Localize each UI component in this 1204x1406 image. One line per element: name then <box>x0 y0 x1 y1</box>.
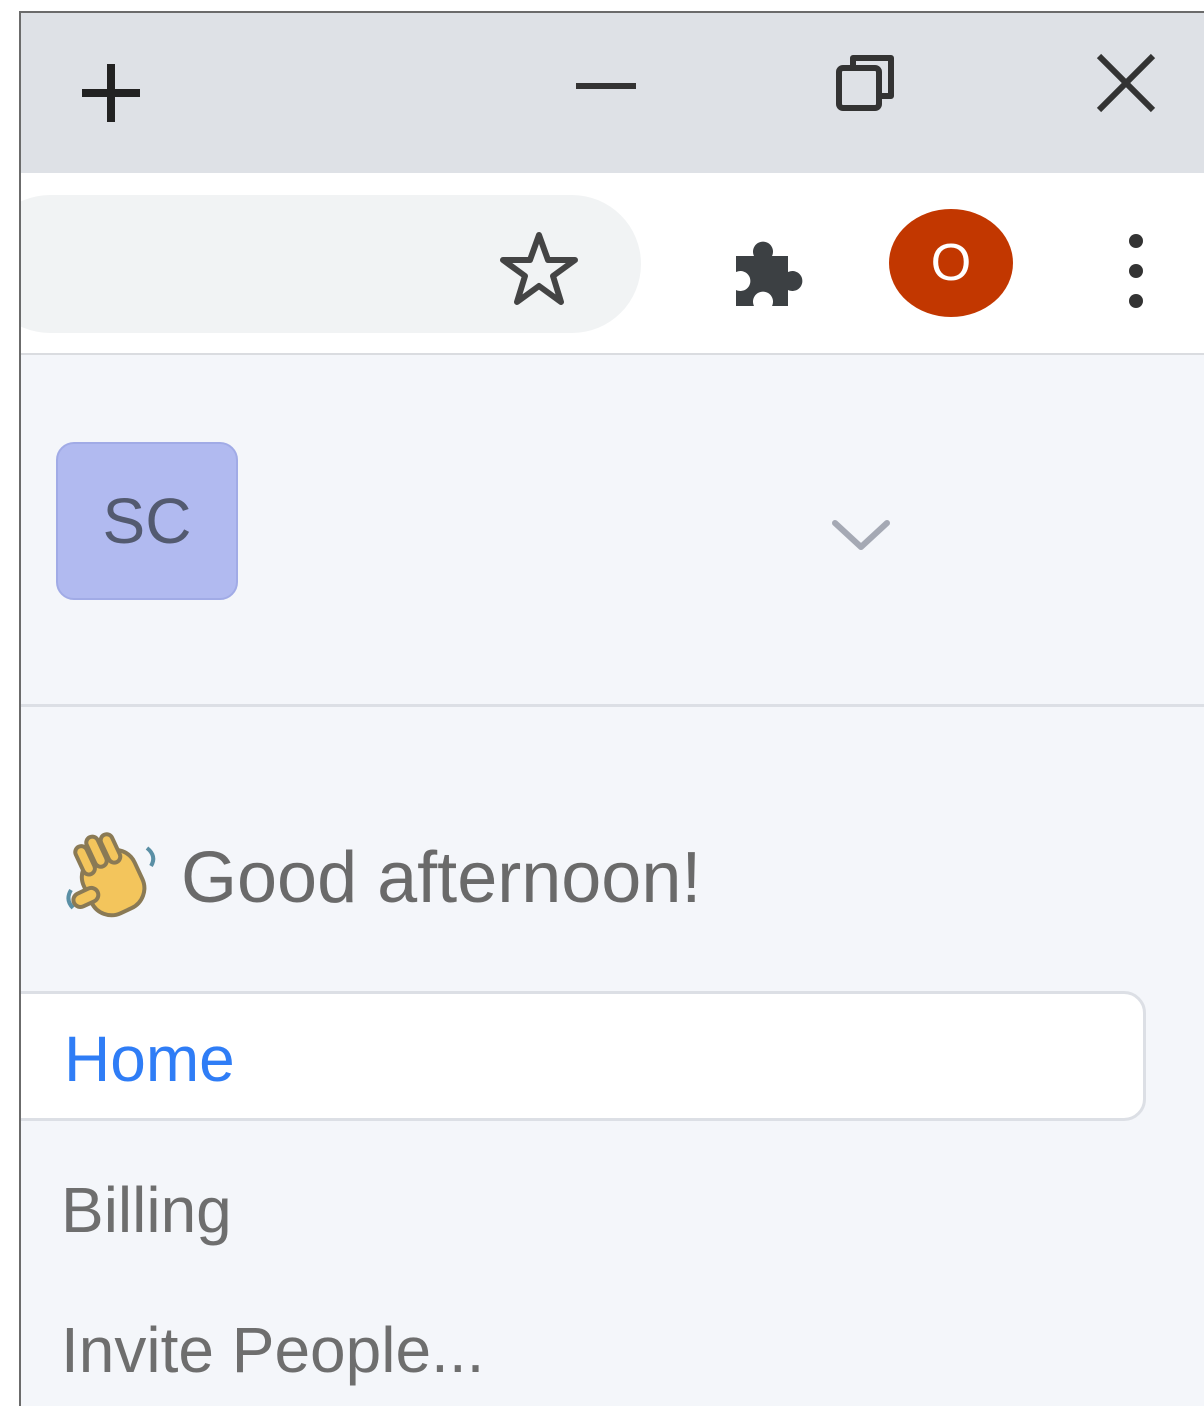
bookmark-button[interactable] <box>491 221 587 317</box>
browser-window: O SC Good afternoon! Home Billing Invite… <box>19 11 1204 1406</box>
close-window-button[interactable] <box>1081 38 1171 128</box>
extensions-button[interactable] <box>721 221 821 321</box>
restore-icon <box>836 55 894 111</box>
waving-hand-icon <box>66 832 156 918</box>
nav-item-invite-people-label: Invite People... <box>61 1314 485 1386</box>
nav-item-billing-label: Billing <box>61 1174 232 1246</box>
avatar-initials: SC <box>102 485 192 557</box>
restore-button[interactable] <box>821 38 911 128</box>
close-icon <box>1096 53 1156 113</box>
workspace-dropdown-button[interactable] <box>821 505 901 565</box>
greeting: Good afternoon! <box>61 828 701 928</box>
browser-toolbar: O <box>21 173 1204 355</box>
workspace-header: SC <box>21 355 1204 707</box>
star-icon <box>500 232 578 305</box>
nav-item-home-label: Home <box>64 1023 235 1095</box>
new-tab-button[interactable] <box>71 53 151 133</box>
profile-initial: O <box>930 234 972 292</box>
minimize-button[interactable] <box>561 38 651 128</box>
greeting-text: Good afternoon! <box>181 838 702 918</box>
browser-menu-button[interactable] <box>1101 221 1171 321</box>
title-bar <box>21 13 1204 173</box>
nav-item-invite-people[interactable]: Invite People... <box>61 1313 484 1387</box>
workspace-avatar[interactable]: SC <box>56 442 238 600</box>
plus-icon <box>82 64 140 122</box>
profile-button[interactable]: O <box>889 209 1013 317</box>
minimize-icon <box>576 83 636 89</box>
chevron-down-icon <box>832 520 890 550</box>
nav-item-billing[interactable]: Billing <box>61 1173 232 1247</box>
puzzle-icon <box>736 241 803 306</box>
three-dots-icon <box>1129 234 1143 308</box>
nav-item-home[interactable]: Home <box>21 991 1146 1121</box>
